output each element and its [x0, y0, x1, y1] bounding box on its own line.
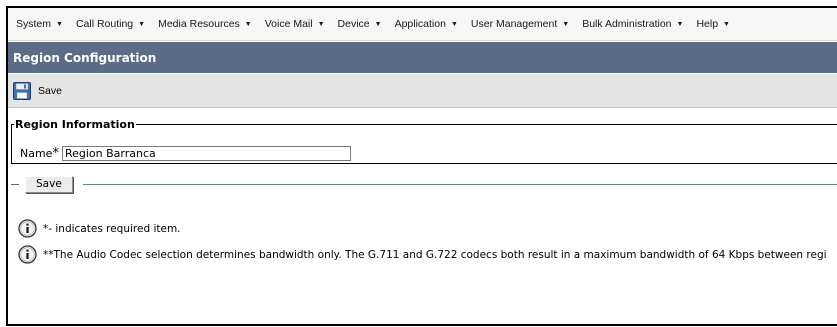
- caret-down-icon: ▼: [374, 20, 382, 28]
- caret-down-icon: ▼: [723, 20, 730, 28]
- caret-down-icon: ▼: [138, 20, 146, 28]
- name-row: Name *: [20, 146, 351, 161]
- name-label: Name: [20, 147, 53, 160]
- menu-bulk-administration[interactable]: Bulk Administration ▼: [582, 18, 683, 30]
- menu-voice-mail[interactable]: Voice Mail ▼: [265, 18, 325, 30]
- menu-help[interactable]: Help ▼: [696, 18, 730, 30]
- menu-media-resources-label: Media Resources: [158, 18, 240, 30]
- menu-system-label: System: [16, 18, 52, 30]
- save-button[interactable]: Save: [25, 175, 73, 193]
- divider-rule: [82, 183, 837, 185]
- caret-down-icon: ▼: [450, 20, 458, 28]
- note-text: **The Audio Codec selection determines b…: [43, 248, 827, 261]
- region-name-input[interactable]: [61, 146, 351, 161]
- menu-call-routing-label: Call Routing: [75, 18, 134, 30]
- caret-down-icon: ▼: [56, 20, 63, 28]
- note-text: *- indicates required item.: [43, 222, 181, 235]
- bottom-button-bar: Save: [8, 174, 837, 194]
- menu-application-label: Application: [394, 18, 446, 30]
- toolbar-save-button[interactable]: Save: [13, 81, 62, 100]
- menu-system[interactable]: System ▼: [16, 18, 63, 30]
- menu-call-routing[interactable]: Call Routing ▼: [76, 18, 145, 30]
- menu-help-label: Help: [696, 18, 719, 30]
- menu-user-management[interactable]: User Management ▼: [471, 18, 569, 30]
- menu-bulk-administration-label: Bulk Administration: [582, 18, 672, 30]
- menu-media-resources[interactable]: Media Resources ▼: [158, 18, 252, 30]
- app-window: System ▼ Call Routing ▼ Media Resources ▼ V…: [6, 6, 837, 326]
- menu-voice-mail-label: Voice Mail: [264, 18, 313, 30]
- region-information-section: Region Information Name *: [11, 118, 837, 164]
- section-legend: Region Information: [15, 118, 135, 131]
- toolbar: Save: [8, 74, 837, 108]
- menu-device-label: Device: [337, 18, 370, 30]
- caret-down-icon: ▼: [317, 20, 325, 28]
- menu-device[interactable]: Device ▼: [338, 18, 382, 30]
- info-icon: [18, 245, 37, 264]
- floppy-disk-icon: [13, 81, 31, 100]
- info-icon: [18, 219, 37, 238]
- required-marker: *: [52, 145, 59, 161]
- page-title: Region Configuration: [13, 50, 157, 65]
- page-title-bar: Region Configuration: [8, 42, 837, 73]
- caret-down-icon: ▼: [562, 20, 570, 28]
- toolbar-save-label: Save: [38, 84, 62, 97]
- menu-user-management-label: User Management: [470, 18, 558, 30]
- menu-bar: System ▼ Call Routing ▼ Media Resources ▼ V…: [8, 8, 837, 41]
- codec-note: **The Audio Codec selection determines b…: [18, 245, 827, 264]
- required-note: *- indicates required item.: [18, 219, 181, 238]
- menu-application[interactable]: Application ▼: [395, 18, 458, 30]
- caret-down-icon: ▼: [676, 20, 684, 28]
- caret-down-icon: ▼: [244, 20, 252, 28]
- divider: [11, 183, 19, 185]
